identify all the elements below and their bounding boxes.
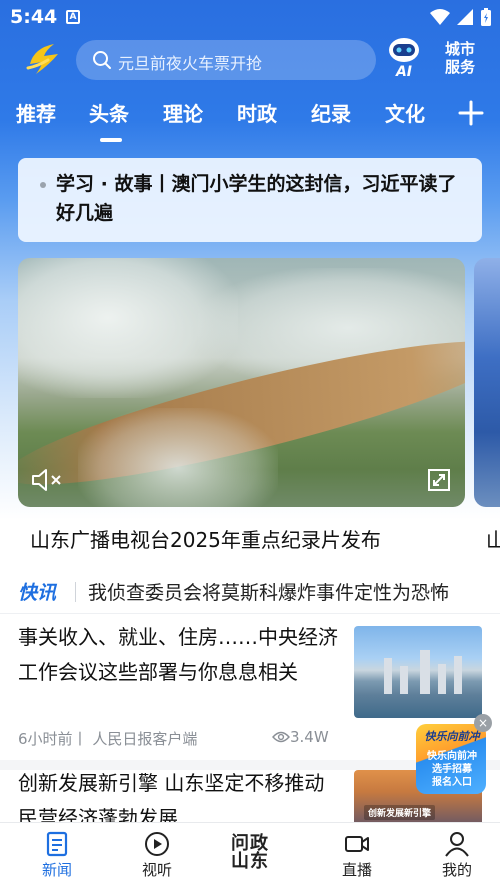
bullet-dot [40, 182, 46, 188]
promo-image[interactable]: 快乐向前冲 快乐向前冲 选手招募 报名入口 [416, 724, 486, 794]
nav-label: 新闻 [41, 861, 72, 879]
status-time: 5:44 [10, 6, 58, 28]
search-placeholder: 元旦前夜火车票开抢 [118, 54, 263, 73]
flash-news-bar[interactable]: 快讯 我侦查委员会将莫斯科爆炸事件定性为恐怖 [0, 570, 500, 614]
article-meta: 6小时前丨 人民日报客户端 [18, 728, 197, 749]
promo-title: 快乐向前冲 [424, 730, 480, 743]
tab-recommend[interactable]: 推荐 [16, 98, 56, 127]
ai-assistant-button[interactable]: AI [384, 36, 424, 82]
nav-profile[interactable]: 我的 [417, 831, 497, 880]
city-service-line1: 城市 [444, 40, 475, 58]
nav-wenzheng-shandong[interactable]: 问政 山东 [216, 835, 284, 871]
nav-live[interactable]: 直播 [317, 831, 397, 880]
video-frame-cloud [78, 408, 278, 507]
tab-documentary[interactable]: 纪录 [311, 98, 351, 127]
promo-line: 快乐向前冲 [427, 751, 477, 762]
fullscreen-icon[interactable] [427, 468, 451, 492]
tab-headlines[interactable]: 头条 [89, 98, 129, 127]
system-icons [430, 7, 492, 27]
signal-icon [457, 9, 473, 25]
article-time: 6小时前丨 [18, 730, 88, 748]
fade-overlay [460, 570, 500, 613]
search-input[interactable]: 元旦前夜火车票开抢 [76, 40, 376, 80]
mute-icon[interactable] [30, 466, 64, 494]
nav-video[interactable]: 视听 [117, 831, 197, 880]
city-service-line2: 服务 [444, 58, 475, 76]
headline-card[interactable]: 学习 · 故事丨澳门小学生的这封信，习近平读了好几遍 [18, 158, 482, 242]
nav-news[interactable]: 新闻 [17, 831, 97, 880]
city-service-button[interactable]: 城市 服务 [440, 40, 480, 80]
video-caption[interactable]: 山东广播电视台2025年重点纪录片发布 [30, 524, 381, 553]
status-bar: 5:44 A [0, 0, 500, 34]
tab-politics[interactable]: 时政 [237, 98, 277, 127]
article-title: 事关收入、就业、住房……中央经济工作会议这些部署与你息息相关 [18, 625, 338, 684]
active-tab-indicator [100, 138, 122, 142]
news-icon [46, 831, 68, 857]
promo-line: 报名入口 [432, 777, 472, 788]
article-thumbnail[interactable] [354, 626, 482, 718]
next-video-card[interactable] [474, 258, 500, 507]
profile-icon [445, 832, 469, 857]
ai-label: AI [395, 64, 413, 80]
flash-news-text: 我侦查委员会将莫斯科爆炸事件定性为恐怖 [88, 582, 450, 604]
article-views-count: 3.4W [290, 728, 329, 746]
bottom-navigation: 新闻 视听 问政 山东 直播 我的 [0, 822, 500, 888]
live-camera-icon [345, 836, 369, 852]
search-icon [93, 51, 111, 69]
nav-label: 山东 [231, 851, 269, 872]
battery-icon [481, 8, 491, 26]
floating-promo-banner[interactable]: 快乐向前冲 快乐向前冲 选手招募 报名入口 × [414, 714, 494, 796]
nav-label: 视听 [141, 861, 172, 879]
robot-icon [389, 38, 419, 62]
nav-label: 直播 [341, 861, 372, 879]
promo-line: 选手招募 [432, 764, 472, 775]
tab-culture[interactable]: 文化 [385, 98, 425, 127]
notification-icon: A [66, 10, 80, 24]
nav-label: 我的 [441, 861, 472, 879]
article-source: 人民日报客户端 [92, 730, 198, 748]
promo-text: 快乐向前冲 选手招募 报名入口 [420, 750, 484, 789]
next-video-caption[interactable]: 山 [486, 524, 500, 553]
wifi-icon [430, 9, 450, 25]
tab-theory[interactable]: 理论 [163, 98, 203, 127]
article-title: 创新发展新引擎 山东坚定不移推动民营经济蓬勃发展 [18, 771, 325, 826]
headline-text: 学习 · 故事丨澳门小学生的这封信，习近平读了好几遍 [56, 173, 457, 224]
flash-news-badge: 快讯 [18, 582, 57, 604]
eye-icon [272, 731, 290, 743]
app-logo-icon[interactable] [24, 40, 66, 80]
play-icon [145, 832, 169, 856]
add-channel-icon[interactable] [458, 100, 484, 126]
close-icon[interactable]: × [474, 714, 492, 732]
article-views: 3.4W [272, 728, 329, 746]
thumbnail-label: 创新发展新引擎 [364, 805, 436, 820]
featured-video[interactable] [18, 258, 465, 507]
channel-tabs: 推荐 头条 理论 时政 纪录 文化 [0, 98, 500, 144]
divider [75, 582, 76, 602]
